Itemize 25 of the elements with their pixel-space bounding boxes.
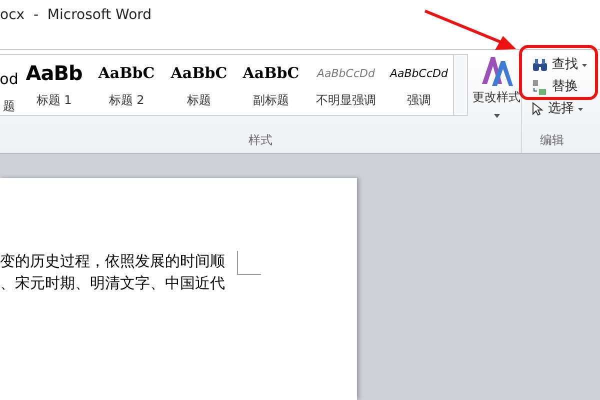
group-label: 样式	[248, 132, 272, 149]
styles-letter-icon	[480, 54, 514, 88]
editing-command[interactable]: 查找	[532, 54, 592, 76]
style-item[interactable]: AaBbC 标题 2	[90, 55, 163, 115]
editing-command[interactable]: 选择	[532, 98, 592, 120]
margin-corner-mark	[237, 251, 261, 275]
gallery-scrollbar[interactable]	[453, 55, 467, 115]
dropdown-caret-icon	[494, 114, 500, 118]
editing-command[interactable]: 替换	[532, 76, 592, 98]
style-item[interactable]: AaBbCcDd 不明显强调	[307, 55, 385, 115]
dropdown-caret-icon	[582, 64, 587, 66]
dropdown-caret-icon	[578, 108, 583, 110]
style-item[interactable]: AaBbC 副标题	[235, 55, 307, 115]
style-item[interactable]: od 题	[0, 55, 18, 115]
group-label: 编辑	[540, 132, 565, 149]
style-item[interactable]: AaBbC 标题	[163, 55, 235, 115]
binoculars-icon	[532, 58, 548, 72]
window-title: ocx - Microsoft Word	[0, 6, 152, 25]
change-styles-button[interactable]: 更改样式	[472, 54, 521, 118]
document-text: 、宋元时期、明清文字、中国近代	[0, 273, 225, 294]
replace-icon	[532, 79, 548, 95]
cursor-icon	[532, 102, 544, 116]
style-item[interactable]: AaBb 标题 1	[18, 55, 90, 115]
document-text: 变的历史过程，依照发展的时间顺	[0, 251, 225, 272]
style-item[interactable]: AaBbCcDd 强调	[385, 55, 453, 115]
